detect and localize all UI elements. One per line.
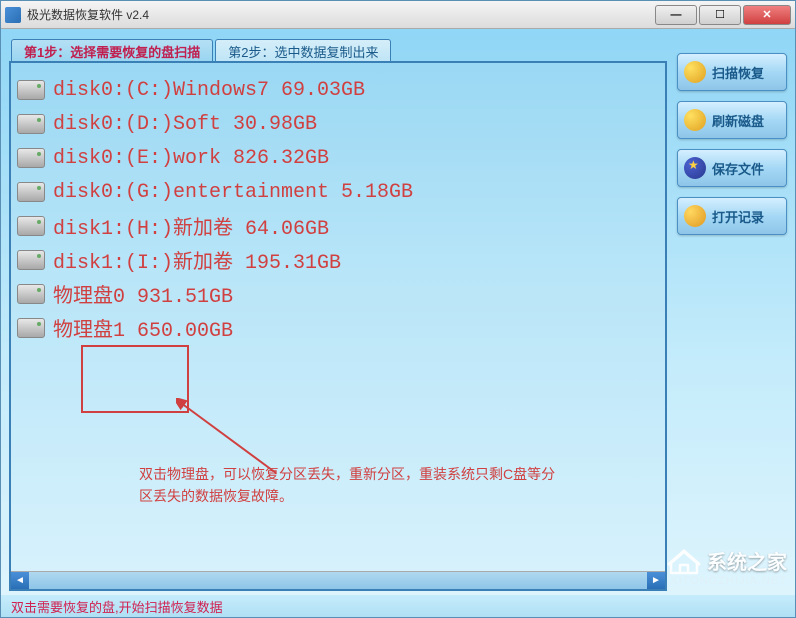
- disk-row[interactable]: 物理盘1 650.00GB: [17, 311, 659, 345]
- disk-label: 物理盘1 650.00GB: [53, 313, 233, 343]
- minimize-button[interactable]: [655, 5, 697, 25]
- open-record-button[interactable]: 打开记录: [677, 197, 787, 235]
- titlebar: 极光数据恢复软件 v2.4: [1, 1, 795, 29]
- button-label: 扫描恢复: [712, 63, 764, 82]
- watermark-title-row: 系统之家: [667, 546, 787, 575]
- disk-list: disk0:(C:)Windows7 69.03GB disk0:(D:)Sof…: [11, 63, 665, 355]
- drive-icon: [17, 114, 45, 134]
- disk-label: disk0:(D:)Soft 30.98GB: [53, 113, 317, 136]
- watermark: 系统之家 XITONGZHIJIA.NET: [667, 546, 787, 587]
- status-text: 双击需要恢复的盘,开始扫描恢复数据: [11, 597, 223, 616]
- refresh-disks-button[interactable]: 刷新磁盘: [677, 101, 787, 139]
- disk-row[interactable]: disk1:(I:)新加卷 195.31GB: [17, 243, 659, 277]
- scan-recover-button[interactable]: 扫描恢复: [677, 53, 787, 91]
- tab-step1[interactable]: 第1步：选择需要恢复的盘扫描: [11, 39, 213, 61]
- window-title: 极光数据恢复软件 v2.4: [27, 6, 653, 23]
- save-star-icon: [684, 157, 706, 179]
- scroll-right-button[interactable]: ►: [647, 572, 665, 589]
- disk-row[interactable]: disk0:(E:)work 826.32GB: [17, 141, 659, 175]
- statusbar: 双击需要恢复的盘,开始扫描恢复数据: [1, 595, 795, 617]
- disk-row[interactable]: 物理盘0 931.51GB: [17, 277, 659, 311]
- maximize-button[interactable]: [699, 5, 741, 25]
- watermark-title: 系统之家: [707, 546, 787, 575]
- annotation-hint-text: 双击物理盘，可以恢复分区丢失，重新分区，重装系统只剩C盘等分区丢失的数据恢复故障…: [139, 463, 569, 508]
- button-label: 打开记录: [712, 207, 764, 226]
- close-button[interactable]: [743, 5, 791, 25]
- folder-icon: [684, 205, 706, 227]
- app-window: 极光数据恢复软件 v2.4 第1步：选择需要恢复的盘扫描 第2步：选中数据复制出…: [0, 0, 796, 618]
- disk-row[interactable]: disk0:(G:)entertainment 5.18GB: [17, 175, 659, 209]
- disk-label: disk1:(H:)新加卷 64.06GB: [53, 211, 329, 241]
- drive-icon: [17, 250, 45, 270]
- button-label: 保存文件: [712, 159, 764, 178]
- window-controls: [653, 5, 791, 25]
- disk-label: disk1:(I:)新加卷 195.31GB: [53, 245, 341, 275]
- refresh-icon: [684, 109, 706, 131]
- client-area: 第1步：选择需要恢复的盘扫描 第2步：选中数据复制出来 disk0:(C:)Wi…: [1, 29, 795, 595]
- drive-icon: [17, 216, 45, 236]
- disk-label: disk0:(C:)Windows7 69.03GB: [53, 79, 365, 102]
- drive-icon: [17, 80, 45, 100]
- horizontal-scrollbar[interactable]: ◄ ►: [11, 571, 665, 589]
- disk-panel: disk0:(C:)Windows7 69.03GB disk0:(D:)Sof…: [9, 61, 667, 591]
- disk-label: disk0:(E:)work 826.32GB: [53, 147, 329, 170]
- app-icon: [5, 7, 21, 23]
- tab-step2[interactable]: 第2步：选中数据复制出来: [215, 39, 391, 61]
- button-label: 刷新磁盘: [712, 111, 764, 130]
- disk-row[interactable]: disk1:(H:)新加卷 64.06GB: [17, 209, 659, 243]
- action-sidebar: 扫描恢复 刷新磁盘 保存文件 打开记录: [677, 39, 787, 591]
- disk-row[interactable]: disk0:(C:)Windows7 69.03GB: [17, 73, 659, 107]
- watermark-url: XITONGZHIJIA.NET: [667, 575, 787, 587]
- disk-row[interactable]: disk0:(D:)Soft 30.98GB: [17, 107, 659, 141]
- drive-icon: [17, 182, 45, 202]
- drive-icon: [17, 148, 45, 168]
- scroll-track[interactable]: [29, 572, 647, 589]
- drive-icon: [17, 318, 45, 338]
- drive-icon: [17, 284, 45, 304]
- disk-label: disk0:(G:)entertainment 5.18GB: [53, 181, 413, 204]
- step-tabs: 第1步：选择需要恢复的盘扫描 第2步：选中数据复制出来: [11, 39, 667, 61]
- magnifier-icon: [684, 61, 706, 83]
- save-file-button[interactable]: 保存文件: [677, 149, 787, 187]
- house-icon: [667, 547, 701, 575]
- annotation-highlight-box: [81, 345, 189, 413]
- disk-label: 物理盘0 931.51GB: [53, 279, 233, 309]
- scroll-left-button[interactable]: ◄: [11, 572, 29, 589]
- main-panel-area: 第1步：选择需要恢复的盘扫描 第2步：选中数据复制出来 disk0:(C:)Wi…: [9, 39, 667, 591]
